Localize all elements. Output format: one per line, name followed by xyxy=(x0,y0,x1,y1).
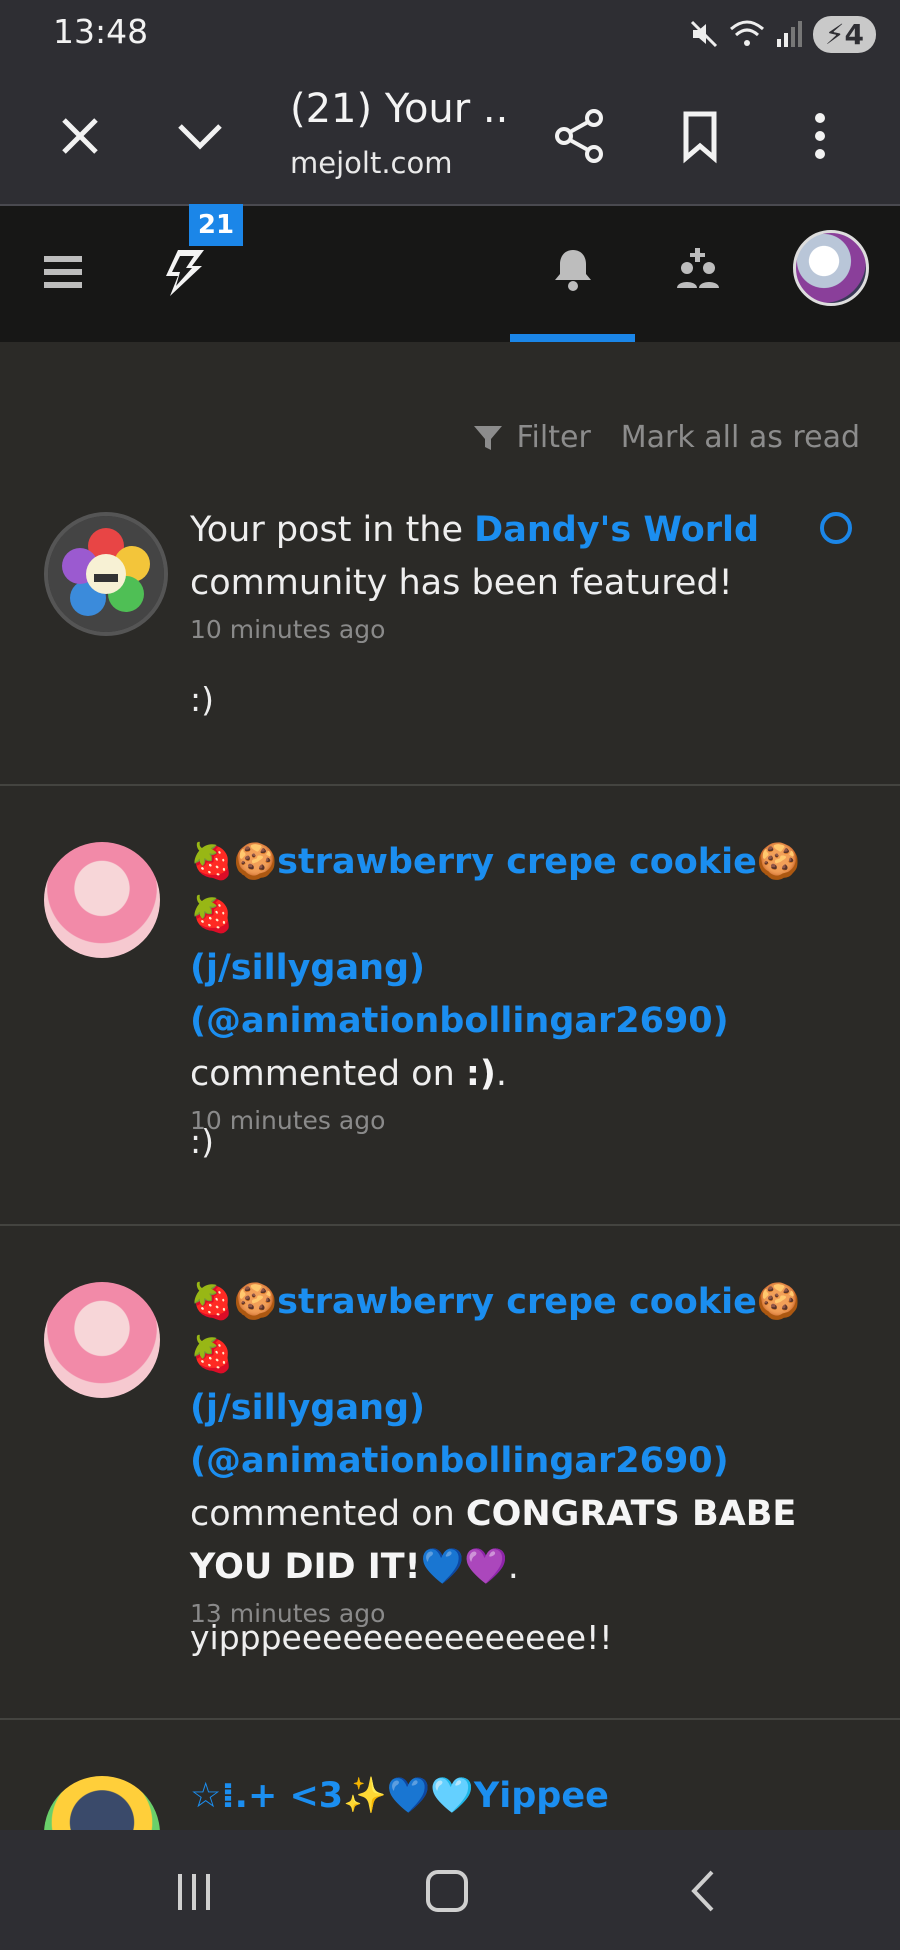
status-time: 13:48 xyxy=(53,12,149,51)
notification-item[interactable]: Your post in the Dandy's World community… xyxy=(0,480,900,786)
notifications-bell-icon[interactable] xyxy=(553,246,593,292)
mute-icon xyxy=(690,20,717,48)
battery-indicator: ⚡4 xyxy=(812,15,876,53)
user-avatar[interactable] xyxy=(44,1282,160,1398)
user-avatar[interactable] xyxy=(44,842,160,958)
app-nav-bar xyxy=(0,206,900,342)
close-icon[interactable] xyxy=(50,106,110,166)
system-nav-bar xyxy=(0,1830,900,1950)
active-tab-indicator xyxy=(510,334,635,342)
user-handle-link[interactable]: (@animationbollingar2690) xyxy=(190,1001,729,1041)
unread-indicator[interactable] xyxy=(820,512,852,544)
notification-text: 🍓🍪strawberry crepe cookie🍪🍓 (j/sillygang… xyxy=(190,1276,830,1634)
page-url[interactable]: gamejolt.com xyxy=(290,146,452,180)
notifications-toolbar: Filter Mark all as read xyxy=(472,420,860,455)
tab-title[interactable]: (21) Your ... xyxy=(290,86,510,132)
share-icon[interactable] xyxy=(550,106,610,166)
notification-time: 10 minutes ago xyxy=(190,1106,386,1135)
comment-target[interactable]: :) xyxy=(466,1054,496,1094)
gamejolt-logo-icon[interactable] xyxy=(160,248,206,298)
notification-body: :) xyxy=(190,1122,214,1161)
notification-text: 🍓🍪strawberry crepe cookie🍪🍓 (j/sillygang… xyxy=(190,836,830,1141)
user-community-link[interactable]: (j/sillygang) xyxy=(190,948,425,988)
notification-text: ☆⁞.+ <3✨💙🩵Yippee Aquamarine xyxy=(190,1770,830,1830)
notification-time: 10 minutes ago xyxy=(190,615,386,644)
back-icon[interactable] xyxy=(684,1868,724,1914)
filter-icon xyxy=(474,425,503,450)
friend-requests-icon[interactable] xyxy=(675,248,721,292)
user-avatar[interactable] xyxy=(44,1776,160,1830)
flower-icon xyxy=(48,516,164,632)
wifi-icon xyxy=(729,20,764,46)
user-link[interactable]: 🍓🍪strawberry crepe cookie🍪🍓 xyxy=(190,842,800,935)
mark-all-read-button[interactable]: Mark all as read xyxy=(621,420,860,455)
user-community-link[interactable]: (j/sillygang) xyxy=(190,1388,425,1428)
user-link[interactable]: ☆⁞.+ <3✨💙🩵Yippee Aquamarine xyxy=(190,1776,609,1830)
status-bar: 13:48 ⚡4 xyxy=(0,0,900,66)
user-avatar[interactable] xyxy=(793,230,869,306)
user-link[interactable]: 🍓🍪strawberry crepe cookie🍪🍓 xyxy=(190,1282,800,1375)
notification-body: yipppeeeeeeeeeeeeeee!! xyxy=(190,1618,613,1657)
home-icon[interactable] xyxy=(424,1868,470,1914)
more-options-icon[interactable] xyxy=(790,106,850,166)
notification-item[interactable]: 🍓🍪strawberry crepe cookie🍪🍓 (j/sillygang… xyxy=(0,786,900,1226)
browser-toolbar: (21) Your ... gamejolt.com xyxy=(0,66,900,206)
notification-item[interactable]: ☆⁞.+ <3✨💙🩵Yippee Aquamarine xyxy=(0,1720,900,1830)
notification-item[interactable]: 🍓🍪strawberry crepe cookie🍪🍓 (j/sillygang… xyxy=(0,1226,900,1720)
notification-text: Your post in the Dandy's World community… xyxy=(190,504,830,650)
status-icons: ⚡4 xyxy=(689,14,876,54)
user-handle-link[interactable]: (@animationbollingar2690) xyxy=(190,1441,729,1481)
community-link[interactable]: Dandy's World xyxy=(474,510,759,550)
recent-apps-icon[interactable] xyxy=(172,1870,216,1914)
bookmark-icon[interactable] xyxy=(670,106,730,166)
chevron-down-icon[interactable] xyxy=(170,106,230,166)
notification-body: :) xyxy=(190,680,214,719)
menu-icon[interactable] xyxy=(44,254,82,290)
filter-label: Filter xyxy=(516,420,591,455)
filter-button[interactable]: Filter xyxy=(472,420,591,455)
notification-count-badge: 21 xyxy=(189,204,243,246)
signal-icon xyxy=(776,21,802,47)
community-avatar[interactable] xyxy=(44,512,168,636)
